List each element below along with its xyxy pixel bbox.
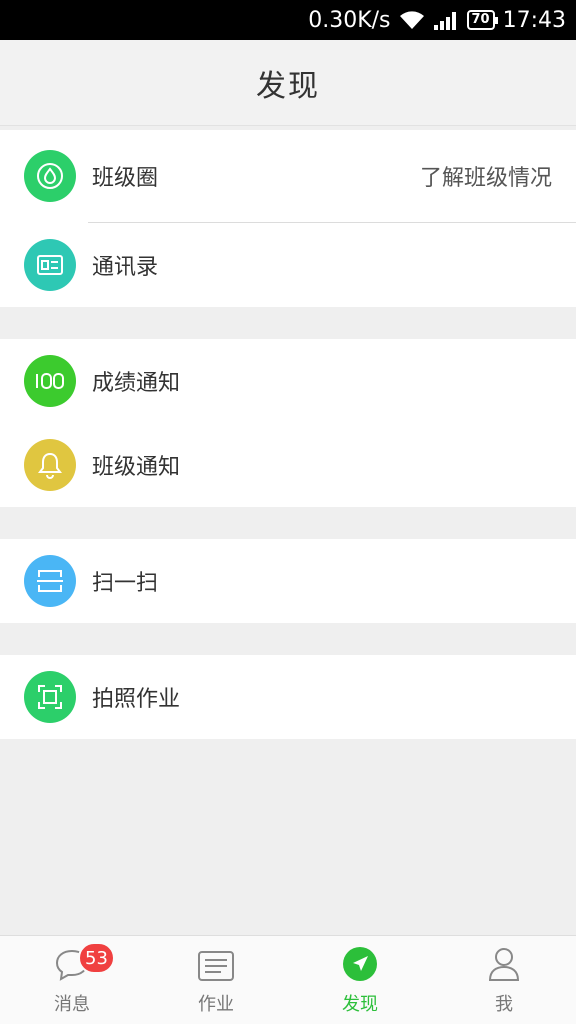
contact-card-icon: [24, 239, 76, 291]
menu-item-class-notice[interactable]: 班级通知: [0, 423, 576, 507]
group-scan: 扫一扫: [0, 539, 576, 623]
tab-me[interactable]: 我: [432, 936, 576, 1024]
status-bar: 0.30K/s 70 17:43: [0, 0, 576, 40]
camera-frame-icon: [24, 671, 76, 723]
menu-item-label: 成绩通知: [92, 371, 181, 396]
scan-icon: [24, 555, 76, 607]
menu-item-label: 扫一扫: [92, 571, 159, 596]
tab-label: 消息: [54, 994, 90, 1015]
page-title: 发现: [256, 68, 320, 104]
tab-messages[interactable]: 53 消息: [0, 936, 144, 1024]
menu-item-class-circle[interactable]: 班级圈 了解班级情况: [0, 130, 576, 222]
tab-label: 发现: [342, 994, 378, 1015]
menu-item-hint: 了解班级情况: [419, 166, 552, 191]
signal-icon: [433, 10, 459, 30]
network-speed: 0.30K/s: [308, 7, 391, 33]
tab-homework[interactable]: 作业: [144, 936, 288, 1024]
bottom-tab-bar: 53 消息 作业 发现 我: [0, 935, 576, 1024]
menu-item-label: 通讯录: [92, 255, 159, 280]
title-bar: 发现: [0, 40, 576, 126]
score-100-icon: [24, 355, 76, 407]
person-icon: [487, 946, 521, 986]
menu-item-contacts[interactable]: 通讯录: [0, 223, 576, 307]
menu-item-score-notice[interactable]: 成绩通知: [0, 339, 576, 423]
bell-icon: [24, 439, 76, 491]
menu-item-photo-homework[interactable]: 拍照作业: [0, 655, 576, 739]
tab-label: 作业: [198, 994, 234, 1015]
group-photo-homework: 拍照作业: [0, 655, 576, 739]
menu-item-scan[interactable]: 扫一扫: [0, 539, 576, 623]
clock: 17:43: [502, 7, 566, 33]
compass-icon: [342, 946, 378, 986]
unread-badge: 53: [78, 942, 115, 974]
menu-item-label: 班级圈: [92, 166, 159, 191]
menu-item-label: 拍照作业: [92, 687, 181, 712]
group-notices: 成绩通知 班级通知: [0, 339, 576, 507]
tab-label: 我: [495, 994, 513, 1015]
drop-icon: [24, 150, 76, 202]
document-icon: [197, 950, 235, 986]
menu-item-label: 班级通知: [92, 455, 181, 480]
battery-icon: 70: [466, 10, 498, 30]
group-class: 班级圈 了解班级情况 通讯录: [0, 130, 576, 307]
tab-discover[interactable]: 发现: [288, 936, 432, 1024]
wifi-icon: [399, 10, 425, 30]
